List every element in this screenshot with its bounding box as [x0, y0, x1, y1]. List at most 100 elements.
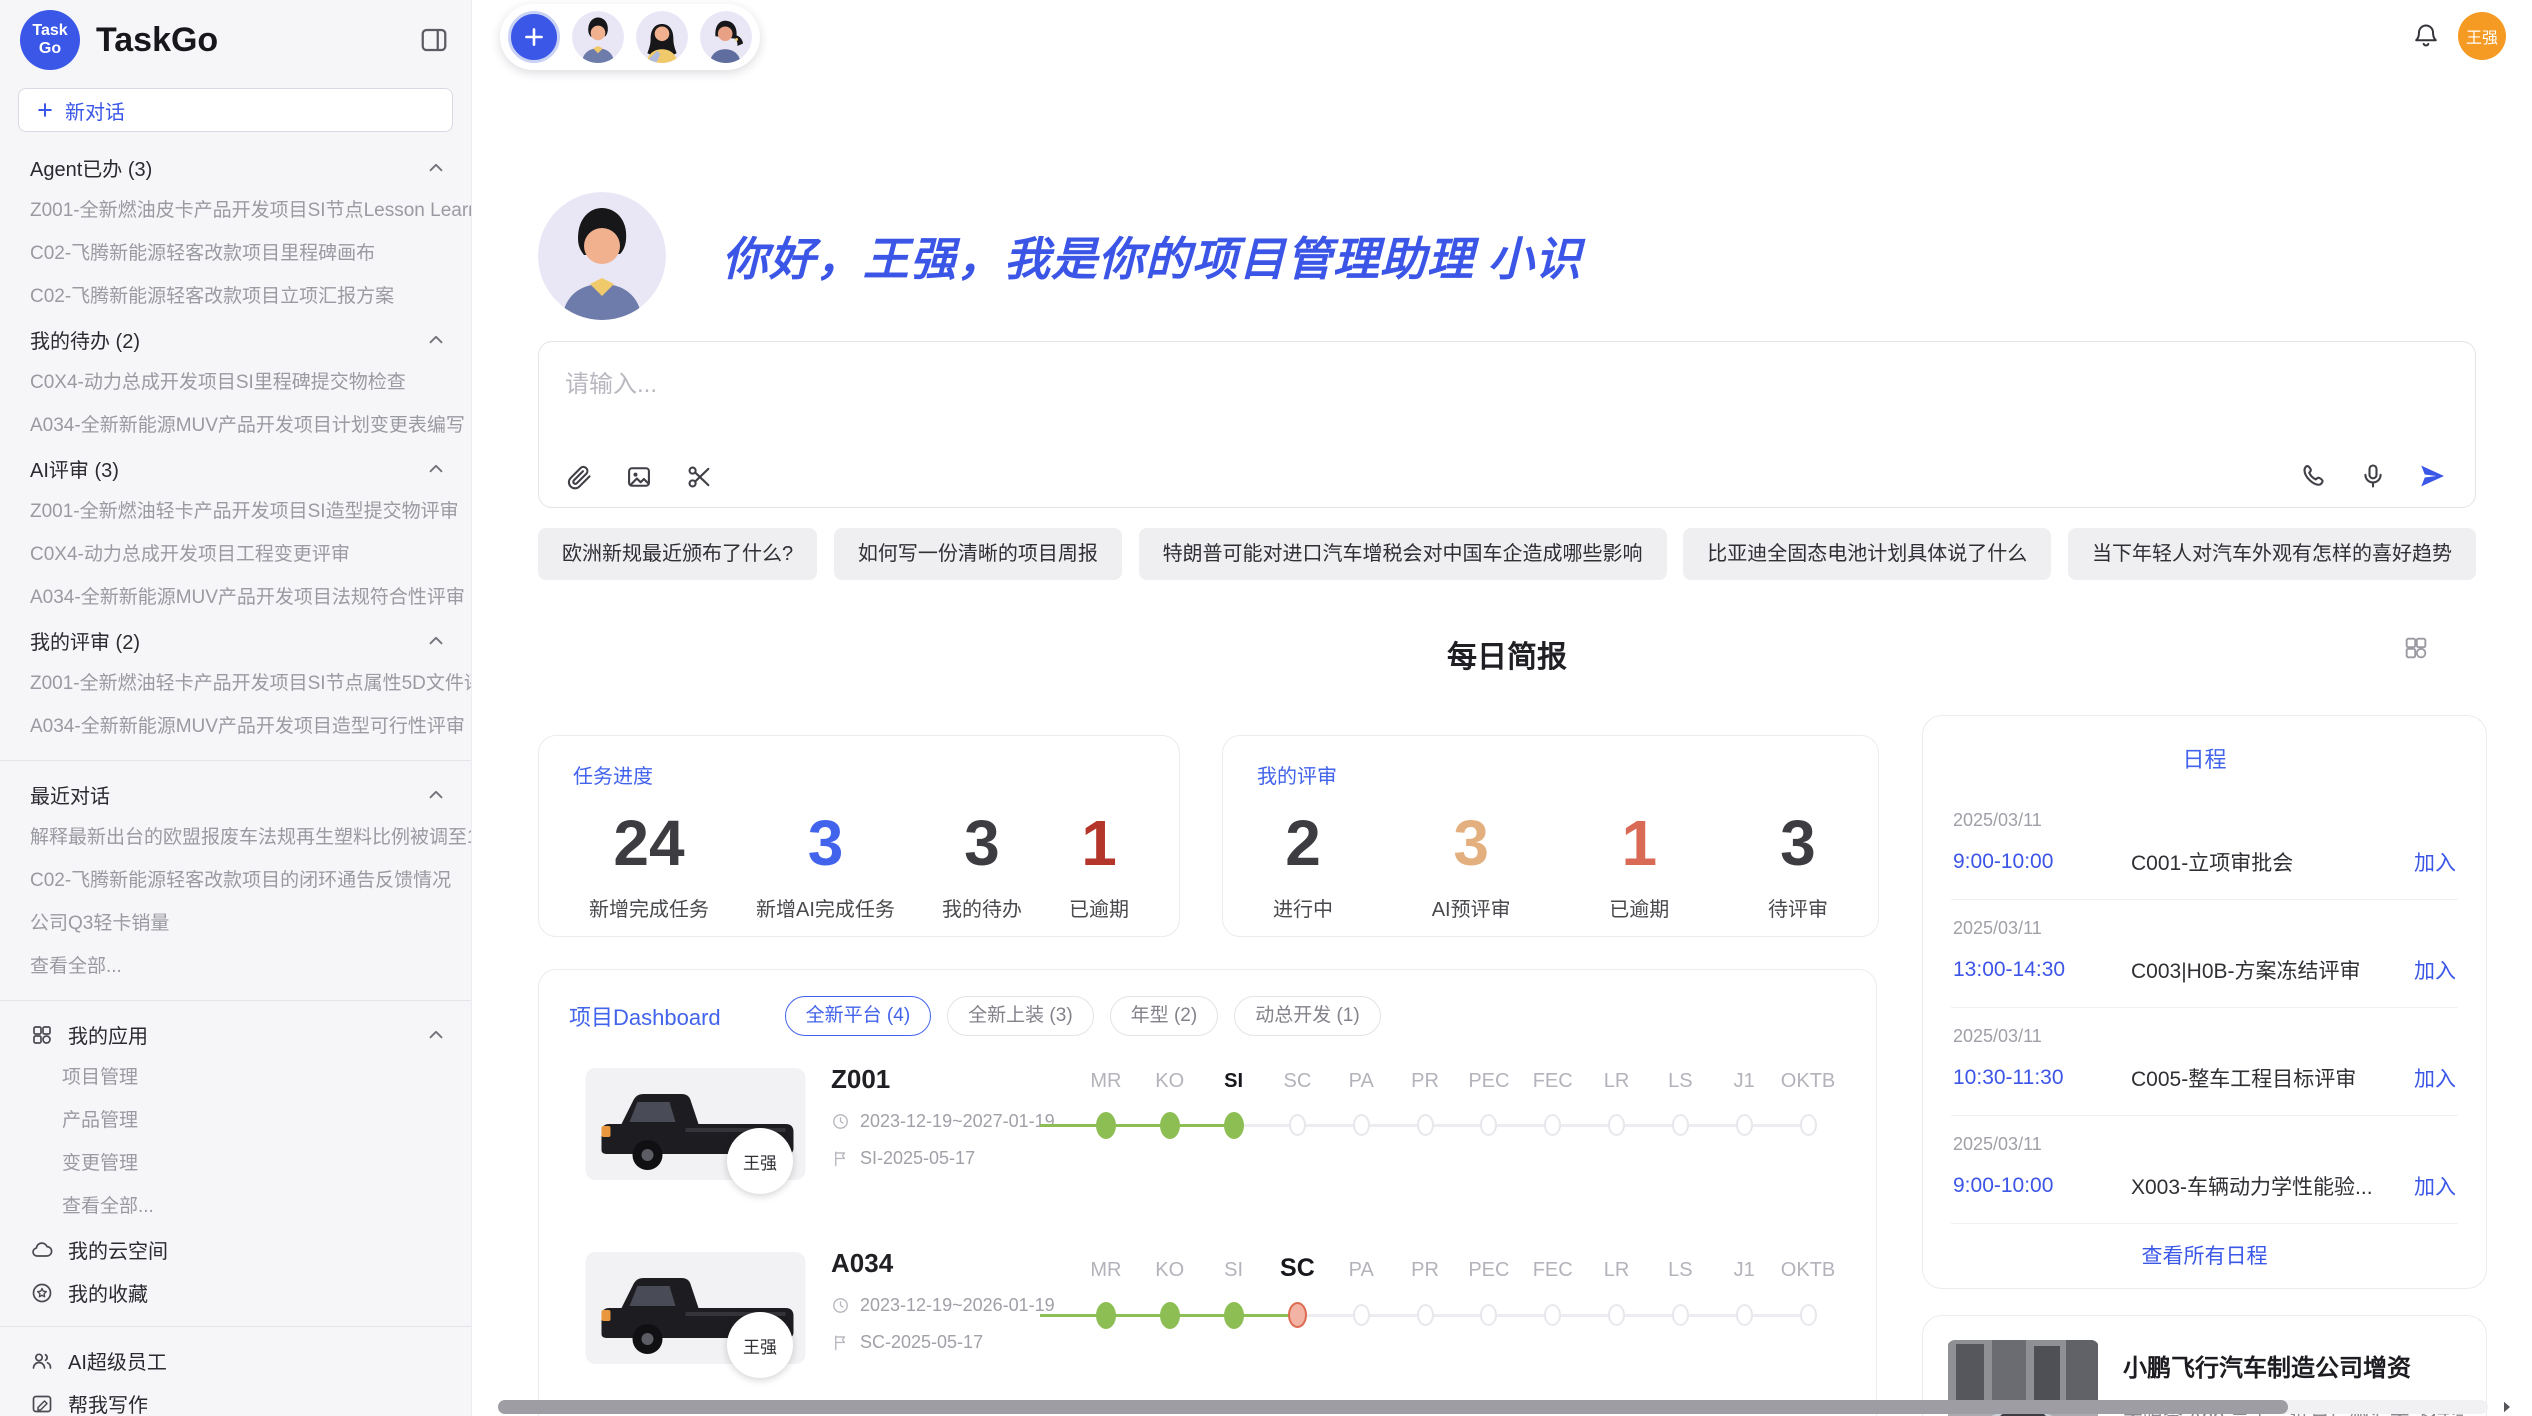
join-link[interactable]: 加入: [2414, 1171, 2456, 1201]
sidebar-task-item[interactable]: A034-全新新能源MUV产品开发项目法规符合性评审: [0, 576, 471, 619]
milestone-dot[interactable]: [1608, 1114, 1625, 1136]
flag-icon: [831, 1149, 850, 1168]
sidebar-section-header[interactable]: Agent已办 (3): [0, 146, 471, 189]
voice-call-icon[interactable]: [2301, 462, 2329, 490]
app-menu-item[interactable]: 产品管理: [0, 1099, 471, 1142]
send-icon[interactable]: [2417, 461, 2447, 491]
milestone-dot[interactable]: [1736, 1304, 1753, 1326]
sidebar-task-item[interactable]: C02-飞腾新能源轻客改款项目里程碑画布: [0, 232, 471, 275]
schedule-entry: 2025/03/119:00-10:00X003-车辆动力学性能验...加入: [1923, 1116, 2486, 1223]
sidebar-task-item[interactable]: C02-飞腾新能源轻客改款项目立项汇报方案: [0, 275, 471, 318]
milestone-label: SI: [1202, 1070, 1266, 1093]
sidebar-recent-header[interactable]: 最近对话: [0, 773, 471, 816]
milestone-dot[interactable]: [1672, 1114, 1689, 1136]
user-avatar[interactable]: 王强: [2458, 12, 2506, 60]
sidebar-task-item[interactable]: A034-全新新能源MUV产品开发项目造型可行性评审: [0, 705, 471, 748]
dashboard-tab[interactable]: 全新上装 (3): [947, 996, 1094, 1036]
stat-label: 我的待办: [942, 893, 1022, 922]
app-menu-item[interactable]: 项目管理: [0, 1056, 471, 1099]
sidebar-section-header[interactable]: 我的评审 (2): [0, 619, 471, 662]
recent-conversation-item[interactable]: 查看全部...: [0, 945, 471, 988]
new-chat-button[interactable]: 新对话: [18, 88, 453, 132]
sidebar-section-header[interactable]: AI评审 (3): [0, 447, 471, 490]
join-link[interactable]: 加入: [2414, 1063, 2456, 1093]
attach-image-icon[interactable]: [625, 463, 653, 491]
milestone-dot[interactable]: [1288, 1302, 1307, 1328]
sidebar-my-apps-header[interactable]: 我的应用: [0, 1013, 471, 1056]
app-menu-item[interactable]: 查看全部...: [0, 1185, 471, 1228]
join-link[interactable]: 加入: [2414, 847, 2456, 877]
layout-grid-icon[interactable]: [2402, 634, 2430, 662]
milestone-dot[interactable]: [1672, 1304, 1689, 1326]
sidebar-collapse-icon[interactable]: [419, 25, 449, 55]
suggestion-chip[interactable]: 欧洲新规最近颁布了什么?: [538, 528, 817, 580]
attach-file-icon[interactable]: [565, 463, 593, 491]
milestone-labels: MRKOSISCPAPRPECFECLRLSJ1OKTB: [1074, 1070, 1840, 1093]
suggestion-chip[interactable]: 比亚迪全固态电池计划具体说了什么: [1683, 528, 2051, 580]
milestone-dot[interactable]: [1800, 1304, 1817, 1326]
horizontal-scrollbar[interactable]: [498, 1400, 2488, 1414]
sidebar-task-item[interactable]: C0X4-动力总成开发项目SI里程碑提交物检查: [0, 361, 471, 404]
recent-conversation-item[interactable]: 解释最新出台的欧盟报废车法规再生塑料比例被调至15%...: [0, 816, 471, 859]
sidebar-task-item[interactable]: Z001-全新燃油轻卡产品开发项目SI造型提交物评审: [0, 490, 471, 533]
milestone-dot[interactable]: [1096, 1302, 1116, 1329]
stat-value: 3: [756, 807, 895, 879]
agent-avatar-2[interactable]: [636, 11, 688, 63]
milestone-dot[interactable]: [1417, 1304, 1434, 1326]
milestone-dot[interactable]: [1353, 1114, 1370, 1136]
recent-conversation-item[interactable]: C02-飞腾新能源轻客改款项目的闭环通告反馈情况: [0, 859, 471, 902]
milestone-dot[interactable]: [1417, 1114, 1434, 1136]
sidebar-item-my-cloud-space[interactable]: 我的云空间: [0, 1228, 471, 1271]
sidebar-item-my-favorites[interactable]: 我的收藏: [0, 1271, 471, 1314]
suggestion-chip[interactable]: 当下年轻人对汽车外观有怎样的喜好趋势: [2068, 528, 2476, 580]
milestone-dot[interactable]: [1480, 1304, 1497, 1326]
milestone-label: PA: [1329, 1070, 1393, 1093]
scrollbar-thumb[interactable]: [498, 1400, 2288, 1414]
dashboard-tab[interactable]: 动总开发 (1): [1234, 996, 1381, 1036]
snippet-scissors-icon[interactable]: [685, 463, 713, 491]
milestone-dot[interactable]: [1224, 1302, 1244, 1329]
sidebar-task-item[interactable]: Z001-全新燃油轻卡产品开发项目SI节点属性5D文件评审: [0, 662, 471, 705]
sidebar-section-header[interactable]: 我的待办 (2): [0, 318, 471, 361]
sidebar-item-ai-super-staff[interactable]: AI超级员工: [0, 1339, 471, 1382]
project-date-range: 2023-12-19~2026-01-19: [831, 1295, 1055, 1316]
dashboard-tab[interactable]: 年型 (2): [1110, 996, 1219, 1036]
milestone-point: [1585, 1103, 1649, 1147]
view-all-schedule-link[interactable]: 查看所有日程: [1923, 1240, 2486, 1270]
suggestion-chip[interactable]: 特朗普可能对进口汽车增税会对中国车企造成哪些影响: [1139, 528, 1667, 580]
milestone-dot[interactable]: [1480, 1114, 1497, 1136]
milestone-dot[interactable]: [1289, 1114, 1306, 1136]
milestone-dot[interactable]: [1544, 1114, 1561, 1136]
dashboard-tab[interactable]: 全新平台 (4): [785, 996, 932, 1036]
milestone-dot[interactable]: [1096, 1112, 1116, 1139]
app-menu-item[interactable]: 变更管理: [0, 1142, 471, 1185]
milestone-dot[interactable]: [1544, 1304, 1561, 1326]
sidebar-item-help-me-write[interactable]: 帮我写作: [0, 1382, 471, 1416]
suggestion-chip[interactable]: 如何写一份清晰的项目周报: [834, 528, 1122, 580]
chat-input[interactable]: [565, 364, 2265, 444]
sidebar-task-item[interactable]: Z001-全新燃油皮卡产品开发项目SI节点Lesson Learn报告: [0, 189, 471, 232]
milestone-dot[interactable]: [1224, 1112, 1244, 1139]
milestone-dot[interactable]: [1608, 1304, 1625, 1326]
add-agent-button[interactable]: [508, 11, 560, 63]
recent-conversation-item[interactable]: 公司Q3轻卡销量: [0, 902, 471, 945]
milestone-dot[interactable]: [1160, 1112, 1180, 1139]
milestone-dot[interactable]: [1160, 1302, 1180, 1329]
milestone-dot[interactable]: [1353, 1304, 1370, 1326]
sidebar-task-item[interactable]: A034-全新新能源MUV产品开发项目计划变更表编写: [0, 404, 471, 447]
schedule-date: 2025/03/11: [1953, 1026, 2456, 1047]
scroll-right-arrow-icon[interactable]: [2498, 1398, 2516, 1416]
agent-avatar-3[interactable]: [700, 11, 752, 63]
microphone-icon[interactable]: [2359, 462, 2387, 490]
project-code: A034: [831, 1248, 1055, 1279]
schedule-event-title: C001-立项审批会: [2131, 847, 2414, 877]
notification-bell-icon[interactable]: [2412, 22, 2440, 50]
schedule-line: 13:00-14:30C003|H0B-方案冻结评审加入: [1953, 955, 2456, 985]
milestone-dot[interactable]: [1800, 1114, 1817, 1136]
stat-value: 3: [942, 807, 1022, 879]
join-link[interactable]: 加入: [2414, 955, 2456, 985]
milestone-dot[interactable]: [1736, 1114, 1753, 1136]
sidebar-task-item[interactable]: C0X4-动力总成开发项目工程变更评审: [0, 533, 471, 576]
stat-value: 1: [1609, 807, 1669, 879]
agent-avatar-1[interactable]: [572, 11, 624, 63]
